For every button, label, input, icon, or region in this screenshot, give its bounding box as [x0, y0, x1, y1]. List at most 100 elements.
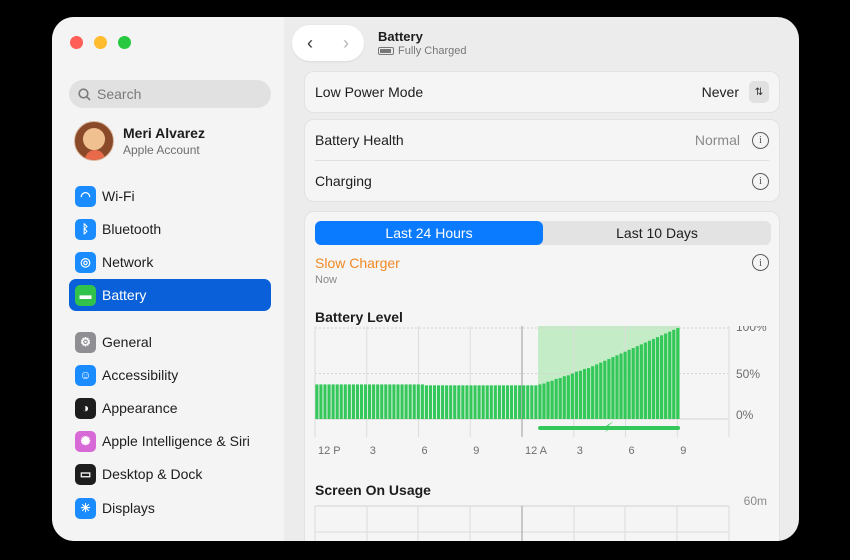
battery-bar — [562, 376, 566, 419]
close-button[interactable] — [70, 36, 83, 49]
appearance-icon: ◑ — [75, 397, 96, 419]
info-icon[interactable]: i — [752, 172, 769, 190]
battery-bar — [445, 385, 449, 419]
y-tick-label: 0% — [736, 408, 754, 422]
battery-bar — [315, 384, 319, 419]
sidebar-item-desktop-dock[interactable]: ▭ Desktop & Dock — [69, 458, 271, 490]
sidebar-item-apple-intelligence-siri[interactable]: ✺ Apple Intelligence & Siri — [69, 425, 271, 457]
battery-bar — [396, 384, 400, 419]
battery-bar — [473, 385, 477, 419]
sidebar-item-label: Network — [102, 254, 154, 270]
bluetooth-icon: ᛒ — [75, 218, 96, 240]
forward-icon[interactable]: › — [343, 33, 349, 54]
minimize-button[interactable] — [94, 36, 107, 49]
sidebar-item-battery[interactable]: ▬ Battery — [69, 279, 271, 311]
battery-bar — [363, 384, 368, 419]
battery-bar — [404, 384, 408, 419]
battery-bar — [388, 384, 392, 419]
sidebar-item-accessibility[interactable]: ☺ Accessibility — [69, 359, 271, 391]
sidebar-item-label: Desktop & Dock — [102, 466, 203, 482]
battery-bar — [343, 384, 347, 419]
battery-bar — [319, 384, 323, 419]
battery-bar — [416, 384, 420, 419]
screen-usage-chart-grid — [314, 505, 730, 541]
search-input[interactable]: Search — [69, 80, 271, 108]
accessibility-icon: ☺ — [75, 364, 96, 386]
battery-bar — [457, 385, 461, 419]
low-power-select[interactable]: Never ⇅ — [702, 81, 769, 103]
battery-bar — [574, 371, 579, 419]
info-icon[interactable]: i — [752, 254, 769, 271]
battery-bar — [643, 342, 647, 419]
battery-icon: ▬ — [75, 284, 96, 306]
battery-health-value: Normal — [694, 132, 740, 148]
zoom-button[interactable] — [118, 36, 131, 49]
bolt-icon: ⚡ — [604, 420, 614, 436]
battery-bar — [351, 384, 355, 419]
tab-last-10-days[interactable]: Last 10 Days — [543, 221, 771, 245]
battery-bar — [615, 355, 619, 419]
battery-bar — [660, 335, 664, 419]
back-icon[interactable]: ‹ — [307, 33, 313, 54]
x-tick-label: 3 — [577, 445, 583, 457]
siri-icon: ✺ — [75, 430, 96, 452]
battery-bar — [655, 337, 660, 419]
battery-bar — [619, 353, 623, 419]
battery-bar — [493, 385, 497, 419]
sidebar-item-displays[interactable]: ☀ Displays — [69, 492, 271, 524]
battery-bar — [595, 364, 599, 419]
x-tick-label: 6 — [422, 445, 428, 457]
battery-bar — [335, 384, 339, 419]
battery-bar — [570, 373, 574, 419]
battery-bar — [664, 333, 668, 419]
sidebar-item-label: General — [102, 334, 152, 350]
sidebar-item-appearance[interactable]: ◑ Appearance — [69, 392, 271, 424]
chevron-updown-icon[interactable]: ⇅ — [749, 81, 769, 103]
battery-bar — [424, 385, 428, 419]
battery-bar — [408, 384, 412, 419]
battery-bar — [347, 384, 351, 419]
battery-bar — [501, 385, 506, 419]
battery-bar — [522, 385, 526, 419]
sun-icon: ☀ — [75, 497, 96, 519]
sidebar-item-label: Appearance — [102, 400, 178, 416]
tab-last-24-hours[interactable]: Last 24 Hours — [315, 221, 543, 245]
low-power-row: Low Power Mode Never ⇅ — [305, 72, 779, 112]
battery-bar — [566, 375, 570, 419]
battery-bar — [538, 384, 542, 419]
battery-bar — [647, 340, 652, 419]
account-name: Meri Alvarez — [123, 125, 205, 141]
battery-bar — [477, 385, 481, 419]
x-tick-label: 6 — [629, 445, 635, 457]
account-row[interactable]: Meri Alvarez Apple Account — [74, 121, 205, 161]
sidebar: Search Meri Alvarez Apple Account ◠ Wi-Fi… — [52, 17, 284, 541]
low-power-label: Low Power Mode — [315, 84, 424, 100]
battery-bar — [542, 383, 546, 419]
sidebar-item-network[interactable]: ◎ Network — [69, 246, 271, 278]
charge-status: Fully Charged — [398, 45, 467, 57]
battery-bar — [526, 385, 530, 419]
battery-bar — [676, 328, 680, 419]
battery-bar — [635, 346, 639, 419]
sidebar-item-general[interactable]: ⚙ General — [69, 326, 271, 358]
battery-bar — [623, 351, 627, 419]
battery-bar — [331, 384, 335, 419]
y-tick-label: 50% — [736, 367, 760, 381]
usage-card: Last 24 Hours Last 10 Days Slow Charger … — [304, 211, 780, 541]
gear-icon: ⚙ — [75, 331, 96, 353]
search-icon — [78, 87, 91, 101]
sidebar-item-label: Battery — [102, 287, 147, 303]
sidebar-item-label: Apple Intelligence & Siri — [102, 433, 250, 449]
battery-bar — [489, 385, 493, 419]
battery-bar — [518, 385, 522, 419]
page-subtitle: Fully Charged — [378, 45, 466, 57]
sidebar-item-wi-fi[interactable]: ◠ Wi-Fi — [69, 180, 271, 212]
screen-usage-title: Screen On Usage — [315, 482, 431, 498]
x-tick-label: 12 A — [525, 445, 548, 457]
info-icon[interactable]: i — [752, 131, 769, 149]
sidebar-item-bluetooth[interactable]: ᛒ Bluetooth — [69, 213, 271, 245]
battery-bar — [509, 385, 514, 419]
battery-bar — [631, 348, 635, 419]
battery-bar — [469, 385, 473, 419]
battery-bar — [453, 385, 457, 419]
